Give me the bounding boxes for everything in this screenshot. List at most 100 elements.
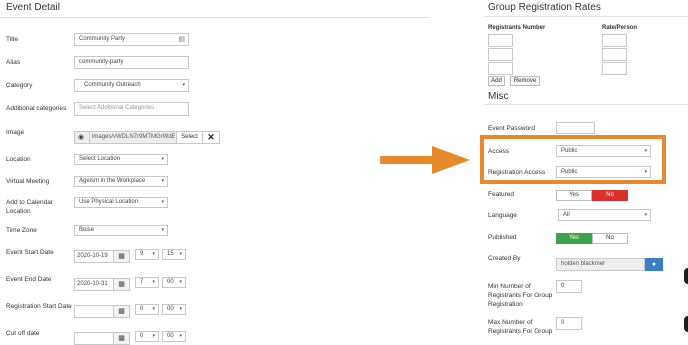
event-detail-heading: Event Detail <box>6 2 60 13</box>
image-path: images/vWDLN7r9MTMGrWdE <box>89 132 175 143</box>
end-minute-select[interactable]: 00 ▾ <box>162 277 186 288</box>
cutoff-hour-select[interactable]: 0 ▾ <box>135 331 159 342</box>
close-icon[interactable]: ✕ <box>202 132 219 143</box>
start-date-label: Event Start Date <box>6 249 54 256</box>
rate-per-person-header: Rate/Person <box>602 25 638 31</box>
chevron-down-icon: ▾ <box>179 306 182 312</box>
title-label: Title <box>6 36 19 43</box>
cutoff-minute-select[interactable]: 00 ▾ <box>162 331 186 342</box>
created-by-value: holden blackmer <box>561 261 606 267</box>
end-hour-select[interactable]: 7 ▾ <box>135 277 159 288</box>
registration-start-input[interactable] <box>74 305 114 318</box>
registrants-number-field[interactable] <box>488 34 513 47</box>
start-hour-select[interactable]: 9 ▾ <box>135 249 159 260</box>
cutoff-date-input[interactable] <box>74 332 114 345</box>
registration-start-minute-select[interactable]: 00 ▾ <box>162 304 186 315</box>
location-select[interactable]: Select Location ▾ <box>74 154 168 165</box>
language-value: All <box>563 212 570 218</box>
title-value: Community Party <box>79 36 126 42</box>
chevron-down-icon: ▾ <box>161 178 164 184</box>
registration-access-select[interactable]: Public ▾ <box>556 166 651 178</box>
max-registrants-label-line1: Max Number of <box>488 319 533 326</box>
chevron-down-icon: ▾ <box>161 199 164 205</box>
start-hour-value: 9 <box>140 251 144 257</box>
access-value: Public <box>561 148 578 154</box>
min-registrants-value: 0 <box>561 283 565 289</box>
published-yes-button[interactable]: Yes <box>556 233 592 244</box>
published-no-button[interactable]: No <box>592 233 628 244</box>
event-password-input[interactable] <box>556 122 595 134</box>
cutoff-date-label: Cut off date <box>6 330 40 337</box>
end-date-input[interactable]: 2020-10-31 <box>74 278 114 291</box>
cutoff-hour-value: 0 <box>140 333 144 339</box>
group-rates-heading: Group Registration Rates <box>488 2 601 13</box>
calendar-location-label-line2: Location <box>6 208 31 215</box>
min-registrants-label-line1: Min Number of <box>488 283 531 290</box>
chevron-down-icon: ▾ <box>179 333 182 339</box>
published-label: Published <box>488 234 517 241</box>
chevron-down-icon: ▾ <box>644 212 647 218</box>
access-select[interactable]: Public ▾ <box>556 145 651 157</box>
image-select-button[interactable]: Select <box>176 132 202 143</box>
min-registrants-label-line3: Registration <box>488 301 523 308</box>
remove-rate-button[interactable]: Remove <box>510 76 540 86</box>
chevron-down-icon: ▾ <box>152 279 155 285</box>
rate-per-person-field[interactable] <box>602 62 627 75</box>
chevron-down-icon: ▾ <box>179 279 182 285</box>
registrants-number-field[interactable] <box>488 62 513 75</box>
add-rate-button[interactable]: Add <box>488 76 505 86</box>
cutoff-minute-value: 00 <box>167 333 174 339</box>
calendar-icon[interactable]: ▦ <box>113 332 130 345</box>
registration-start-hour-value: 0 <box>140 306 144 312</box>
alias-value: community-party <box>79 59 124 65</box>
end-date-value: 2020-10-31 <box>77 281 108 287</box>
divider <box>484 16 688 17</box>
registration-access-label: Registration Access <box>488 169 546 176</box>
language-label: Language <box>488 212 517 219</box>
calendar-icon[interactable]: ▦ <box>113 305 130 318</box>
calendar-location-select[interactable]: Use Physical Location ▾ <box>74 197 168 208</box>
additional-categories-placeholder: Select Additional Categories <box>79 105 155 111</box>
chevron-down-icon: ▾ <box>644 169 647 175</box>
timezone-label: Time Zone <box>6 227 37 234</box>
timezone-select[interactable]: Boise ▾ <box>74 225 168 236</box>
featured-yes-button[interactable]: Yes <box>556 190 592 201</box>
start-date-value: 2020-10-19 <box>77 253 108 259</box>
alias-input[interactable]: community-party <box>74 56 189 69</box>
rate-per-person-field[interactable] <box>602 48 627 61</box>
calendar-icon[interactable]: ▦ <box>113 250 130 263</box>
calendar-icon[interactable]: ▦ <box>113 278 130 291</box>
chevron-down-icon: ▾ <box>161 156 164 162</box>
start-date-input[interactable]: 2020-10-19 <box>74 250 114 263</box>
calendar-location-label-line1: Add to Calendar <box>6 199 53 206</box>
registration-start-minute-value: 00 <box>167 306 174 312</box>
registration-start-hour-select[interactable]: 0 ▾ <box>135 304 159 315</box>
category-label: Category <box>6 82 33 89</box>
eye-icon[interactable]: ◉ <box>78 133 84 141</box>
divider <box>0 17 430 18</box>
created-by-input: holden blackmer <box>556 258 645 271</box>
image-picker: ◉ images/vWDLN7r9MTMGrWdE Select ✕ <box>74 131 220 144</box>
registrants-number-header: Registrants Number <box>488 25 546 31</box>
virtual-meeting-select[interactable]: Ageism in the Workplace ▾ <box>74 176 168 187</box>
start-minute-select[interactable]: 15 ▾ <box>162 249 186 260</box>
end-minute-value: 00 <box>167 279 174 285</box>
user-icon[interactable]: ● <box>645 258 663 271</box>
max-registrants-input[interactable]: 0 <box>556 317 582 330</box>
featured-no-button[interactable]: No <box>592 190 628 201</box>
category-value: Community Outreach <box>84 82 141 88</box>
rate-per-person-field[interactable] <box>602 34 627 47</box>
chevron-down-icon: ▾ <box>152 333 155 339</box>
registrants-number-field[interactable] <box>488 48 513 61</box>
min-registrants-label-line2: Registrants For Group <box>488 292 553 299</box>
min-registrants-input[interactable]: 0 <box>556 280 582 293</box>
max-registrants-value: 0 <box>561 320 565 326</box>
virtual-meeting-label: Virtual Meeting <box>6 178 50 185</box>
misc-heading: Misc <box>488 91 509 102</box>
location-value: Select Location <box>79 156 121 162</box>
title-input[interactable]: Community Party ▤ <box>74 33 189 46</box>
language-select[interactable]: All ▾ <box>558 209 651 221</box>
registration-start-label: Registration Start Date <box>6 303 72 310</box>
additional-categories-input[interactable]: Select Additional Categories <box>74 102 189 116</box>
category-select[interactable]: Community Outreach ▾ <box>74 79 189 92</box>
